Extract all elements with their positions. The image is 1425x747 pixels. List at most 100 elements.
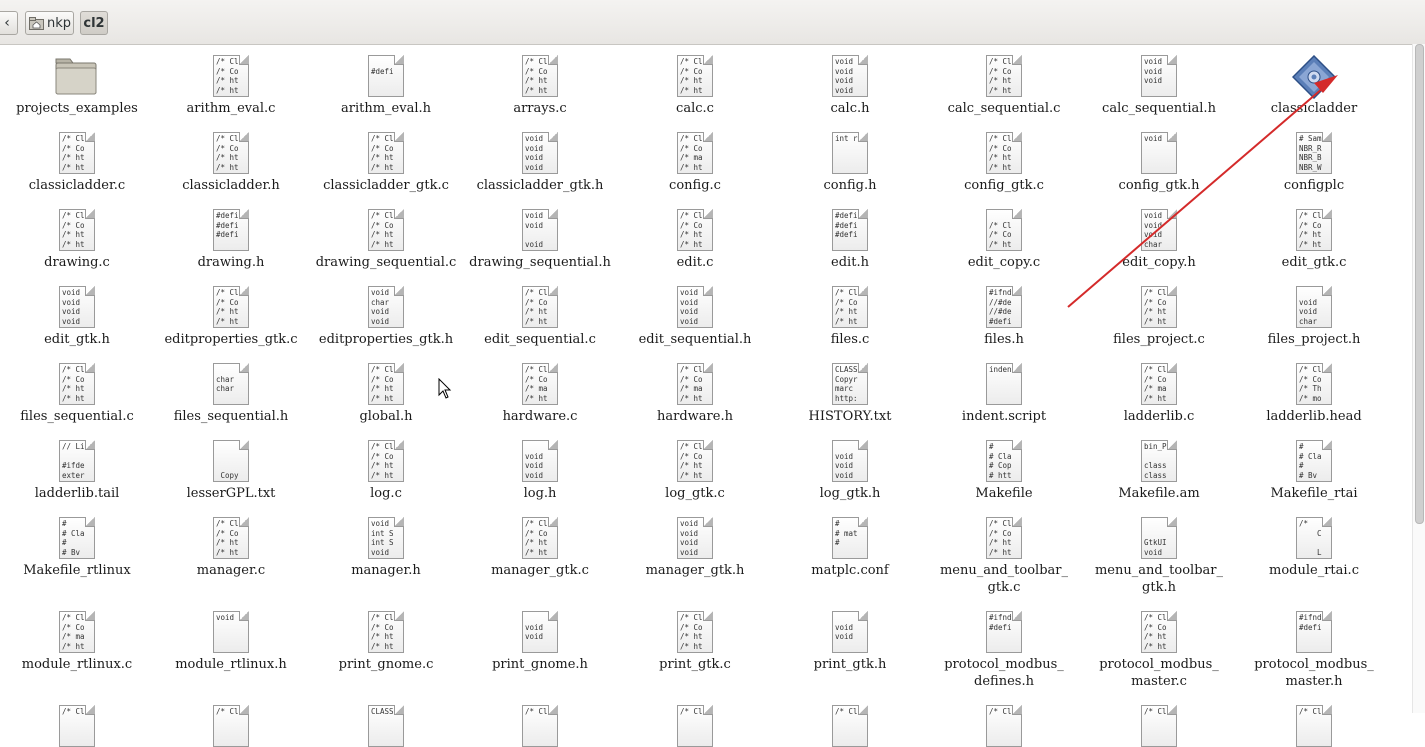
- text-file-icon: /* Cl: [832, 705, 868, 747]
- file-name: matplc.conf: [811, 563, 889, 578]
- text-file-icon: // Li #ifde exter: [59, 440, 95, 482]
- mouse-cursor-icon: [438, 377, 452, 400]
- folder-icon: [55, 55, 97, 97]
- file-name: edit.h: [831, 255, 869, 270]
- file-name: editproperties_gtk.c: [164, 332, 298, 347]
- file-name: edit_copy.h: [1122, 255, 1196, 270]
- text-file-icon: #defi: [368, 55, 404, 97]
- file-name: drawing_sequential.c: [315, 255, 457, 270]
- text-file-icon: #ifnd //#de //#de #defi: [986, 286, 1022, 328]
- text-file-icon: /* Cl /* Co /* ht /* ht: [368, 440, 404, 482]
- text-file-icon: /* Cl /* Co /* ma /* ht: [677, 132, 713, 174]
- file-name: manager_gtk.c: [491, 563, 589, 578]
- text-file-icon: /* Cl: [986, 705, 1022, 747]
- file-name: module_rtai.c: [1269, 563, 1359, 578]
- file-name: files_sequential.c: [20, 409, 134, 424]
- text-file-icon: GN Copy: [213, 440, 249, 482]
- file-name: print_gnome.h: [492, 657, 588, 672]
- text-file-icon: #ifnd #defi: [1296, 611, 1332, 653]
- file-name: manager.h: [351, 563, 421, 578]
- file-name: classicladder.c: [28, 178, 126, 193]
- file-name: files.h: [984, 332, 1024, 347]
- file-name: calc_sequential.h: [1102, 101, 1216, 116]
- file-name: HISTORY.txt: [808, 409, 892, 424]
- text-file-icon: # # Cla # # Bv: [1296, 440, 1332, 482]
- text-file-icon: /* Cl /* Co /* ht /* ht: [522, 55, 558, 97]
- text-file-icon: /* Cl /* Co /* ht /* ht: [368, 363, 404, 405]
- file-name: lesserGPL.txt: [186, 486, 276, 501]
- text-file-icon: /* Cl /* Co /* ht /* ht: [522, 286, 558, 328]
- file-name: config.c: [669, 178, 721, 193]
- file-name: classicladder_gtk.h: [476, 178, 604, 193]
- file-name: module_rtlinux.h: [175, 657, 287, 672]
- text-file-icon: #defi #defi #defi: [832, 209, 868, 251]
- text-file-icon: void void void: [522, 440, 558, 482]
- text-file-icon: void void: [832, 611, 868, 653]
- file-name: calc.c: [676, 101, 714, 116]
- file-name: drawing.h: [197, 255, 265, 270]
- text-file-icon: /* Cl /* Co /* ht /* ht: [59, 132, 95, 174]
- file-name: print_gnome.c: [338, 657, 434, 672]
- file-name: menu_and_toolbar_ gtk.c: [939, 563, 1069, 595]
- text-file-icon: /* Cl: [1296, 705, 1332, 747]
- file-name: configplc: [1283, 178, 1345, 193]
- file-name: files_sequential.h: [173, 409, 289, 424]
- file-name: protocol_modbus_ master.c: [1099, 657, 1219, 689]
- text-file-icon: void int S int S void: [368, 517, 404, 559]
- file-name: edit_sequential.h: [638, 332, 752, 347]
- text-file-icon: /* Cl /* Co /* ht /* ht: [986, 132, 1022, 174]
- file-name: edit_copy.c: [967, 255, 1041, 270]
- text-file-icon: /* Cl /* Co /* ht /* ht: [368, 209, 404, 251]
- file-name: log_gtk.c: [665, 486, 725, 501]
- breadcrumb-cl2[interactable]: cl2: [80, 11, 108, 35]
- file-name: files_project.c: [1113, 332, 1205, 347]
- text-file-icon: void void void char: [1141, 209, 1177, 251]
- breadcrumb-nkp[interactable]: nkp: [25, 11, 74, 35]
- text-file-icon: /* Cl /* Co /* ma /* ht: [677, 363, 713, 405]
- text-file-icon: void void void void: [59, 286, 95, 328]
- scrollbar-thumb[interactable]: [1415, 44, 1424, 524]
- text-file-icon: /* Cl /* Co /* ht /* ht: [522, 517, 558, 559]
- text-file-icon: void void: [522, 611, 558, 653]
- text-file-icon: /* Cl: [1141, 705, 1177, 747]
- file-name: ladderlib.c: [1123, 409, 1195, 424]
- text-file-icon: inden: [986, 363, 1022, 405]
- text-file-icon: GtkUI void: [1141, 517, 1177, 559]
- path-bar: ‹ nkp cl2: [0, 0, 1425, 45]
- file-name: files.c: [830, 332, 870, 347]
- text-file-icon: /* Cl /* Co /* ht /* ht: [1296, 209, 1332, 251]
- file-name: calc_sequential.c: [947, 101, 1061, 116]
- text-file-icon: /* Cl /* Co /* ht /* ht: [368, 611, 404, 653]
- file-name: editproperties_gtk.h: [318, 332, 454, 347]
- text-file-icon: /* Cl /* Co /* ht /* ht: [213, 517, 249, 559]
- file-name: Makefile_rtlinux: [23, 563, 131, 578]
- chevron-left-icon: ‹: [4, 15, 10, 31]
- file-name: print_gtk.h: [813, 657, 887, 672]
- text-file-icon: void void void void: [677, 517, 713, 559]
- file-name: hardware.c: [502, 409, 578, 424]
- back-button[interactable]: ‹: [0, 11, 18, 35]
- vertical-scrollbar[interactable]: [1412, 44, 1425, 713]
- file-name: print_gtk.c: [659, 657, 731, 672]
- executable-icon: [1292, 55, 1336, 99]
- text-file-icon: /* Cl /* Co /* ma /* ht: [1141, 363, 1177, 405]
- text-file-icon: /* Cl /* Co /* ht /* ht: [59, 209, 95, 251]
- file-name: module_rtlinux.c: [21, 657, 133, 672]
- text-file-icon: #defi #defi #defi: [213, 209, 249, 251]
- file-name: protocol_modbus_ defines.h: [944, 657, 1064, 689]
- file-name: hardware.h: [657, 409, 733, 424]
- text-file-icon: CLASS: [368, 705, 404, 747]
- text-file-icon: void void void: [832, 440, 868, 482]
- text-file-icon: # Sam NBR_R NBR_B NBR_W: [1296, 132, 1332, 174]
- text-file-icon: /* Cl /* Co /* ht /* ht: [677, 611, 713, 653]
- file-name: protocol_modbus_ master.h: [1254, 657, 1374, 689]
- file-name: log_gtk.h: [819, 486, 881, 501]
- text-file-icon: /* Cl /* Co /* ht /* ht: [368, 132, 404, 174]
- text-file-icon: int r: [832, 132, 868, 174]
- file-name: menu_and_toolbar_ gtk.h: [1094, 563, 1224, 595]
- text-file-icon: # # mat #: [832, 517, 868, 559]
- text-file-icon: /* Cl /* Co /* ht /* ht: [213, 132, 249, 174]
- text-file-icon: void void void: [522, 209, 558, 251]
- file-name: drawing.c: [44, 255, 110, 270]
- text-file-icon: /* Cl: [677, 705, 713, 747]
